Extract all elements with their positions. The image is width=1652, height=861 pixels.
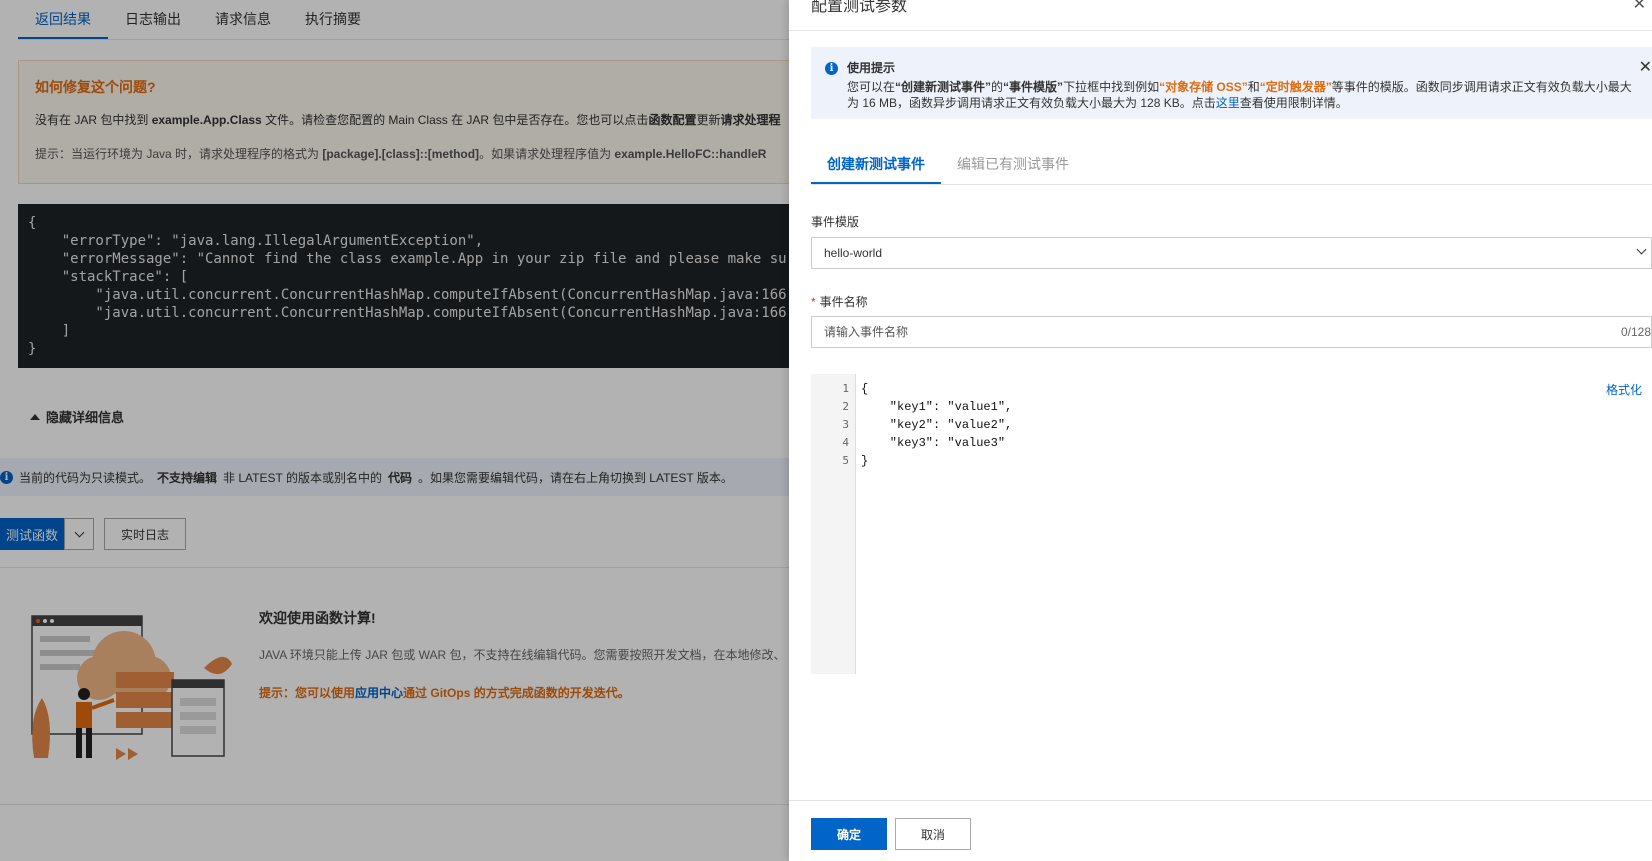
confirm-button[interactable]: 确定 bbox=[811, 818, 887, 850]
config-test-params-drawer: 配置测试参数 ✕ i 使用提示 您可以在“创建新测试事件”的“事件模版”下拉框中… bbox=[789, 0, 1652, 861]
event-template-label: 事件模版 bbox=[811, 215, 860, 229]
divider bbox=[789, 800, 1652, 801]
event-tabs: 创建新测试事件 编辑已有测试事件 bbox=[811, 144, 1652, 185]
limits-link[interactable]: 这里 bbox=[1216, 96, 1240, 110]
event-template-value: hello-world bbox=[824, 246, 883, 260]
close-icon[interactable]: ✕ bbox=[1639, 57, 1652, 77]
char-count: 0/128 bbox=[1620, 325, 1651, 339]
event-template-select[interactable]: hello-world bbox=[811, 237, 1652, 269]
event-json-code[interactable]: { "key1": "value1", "key2": "value2", "k… bbox=[861, 374, 1012, 470]
modal-overlay[interactable] bbox=[0, 0, 790, 861]
event-name-placeholder: 请输入事件名称 bbox=[824, 325, 909, 339]
usage-tip-body: 您可以在“创建新测试事件”的“事件模版”下拉框中找到例如“对象存储 OSS”和“… bbox=[847, 80, 1632, 110]
format-button[interactable]: 格式化 bbox=[1606, 381, 1642, 398]
event-name-label: * 事件名称 bbox=[811, 295, 868, 309]
event-name-input[interactable]: 请输入事件名称 0/128 bbox=[811, 316, 1652, 348]
usage-tip-title: 使用提示 bbox=[847, 61, 896, 75]
cancel-button[interactable]: 取消 bbox=[895, 818, 971, 850]
drawer-title: 配置测试参数 bbox=[811, 0, 908, 15]
line-numbers: 1 2 3 4 5 bbox=[811, 374, 856, 674]
required-mark: * bbox=[811, 295, 816, 309]
tab-edit-test-event[interactable]: 编辑已有测试事件 bbox=[941, 144, 1085, 184]
usage-tip: i 使用提示 您可以在“创建新测试事件”的“事件模版”下拉框中找到例如“对象存储… bbox=[811, 47, 1652, 119]
close-icon[interactable]: ✕ bbox=[1633, 0, 1646, 14]
tab-create-test-event[interactable]: 创建新测试事件 bbox=[811, 144, 941, 184]
chevron-down-icon bbox=[1636, 244, 1647, 255]
event-code-editor[interactable]: 1 2 3 4 5 { "key1": "value1", "key2": "v… bbox=[811, 374, 1652, 674]
info-icon: i bbox=[825, 62, 838, 75]
divider bbox=[789, 30, 1652, 31]
